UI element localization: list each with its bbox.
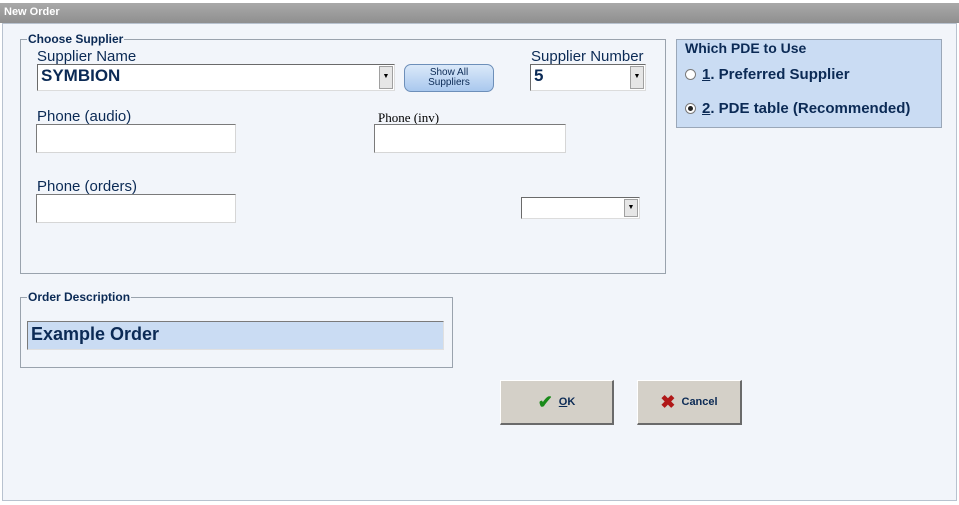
phone-orders-field[interactable] (36, 194, 236, 223)
x-icon: ✖ (660, 391, 676, 412)
window-title: New Order (4, 6, 60, 18)
order-description-value: Example Order (31, 324, 160, 344)
chevron-down-icon[interactable]: ▼ (624, 199, 638, 217)
pde-option-pde-table[interactable]: 2. PDE table (Recommended) (685, 100, 910, 117)
radio-unchecked[interactable] (685, 69, 696, 80)
phone-audio-field[interactable] (36, 124, 236, 153)
order-description-field[interactable]: Example Order (27, 321, 444, 350)
ok-button[interactable]: ✔ OK (500, 380, 614, 425)
phone-orders-label: Phone (orders) (37, 178, 138, 195)
chevron-down-icon[interactable]: ▼ (630, 66, 644, 89)
supplier-name-select[interactable]: SYMBION ▼ (37, 64, 395, 91)
phone-audio-label: Phone (audio) (37, 108, 132, 125)
supplier-number-label: Supplier Number (531, 48, 644, 65)
show-all-line2: Suppliers (428, 77, 470, 88)
choose-supplier-legend: Choose Supplier (28, 32, 124, 46)
new-order-window: New Order Choose Supplier Supplier Name … (0, 0, 959, 505)
chevron-down-icon[interactable]: ▼ (379, 66, 393, 89)
radio-checked[interactable] (685, 103, 696, 114)
pde-choice-panel: Which PDE to Use 1. Preferred Supplier 2… (676, 39, 942, 128)
pde-title: Which PDE to Use (685, 40, 807, 56)
supplier-number-value: 5 (534, 66, 544, 85)
check-icon: ✔ (537, 391, 553, 412)
order-description-legend: Order Description (28, 290, 131, 304)
supplier-number-select[interactable]: 5 ▼ (530, 64, 646, 91)
title-bar[interactable]: New Order (0, 3, 959, 23)
extra-select[interactable]: ▼ (521, 197, 640, 219)
supplier-name-value: SYMBION (41, 66, 121, 85)
phone-inv-field[interactable] (374, 124, 566, 153)
pde-option-preferred-supplier[interactable]: 1. Preferred Supplier (685, 66, 850, 83)
supplier-name-label: Supplier Name (37, 48, 137, 65)
cancel-button[interactable]: ✖ Cancel (637, 380, 742, 425)
show-all-suppliers-button[interactable]: Show All Suppliers (404, 64, 494, 92)
